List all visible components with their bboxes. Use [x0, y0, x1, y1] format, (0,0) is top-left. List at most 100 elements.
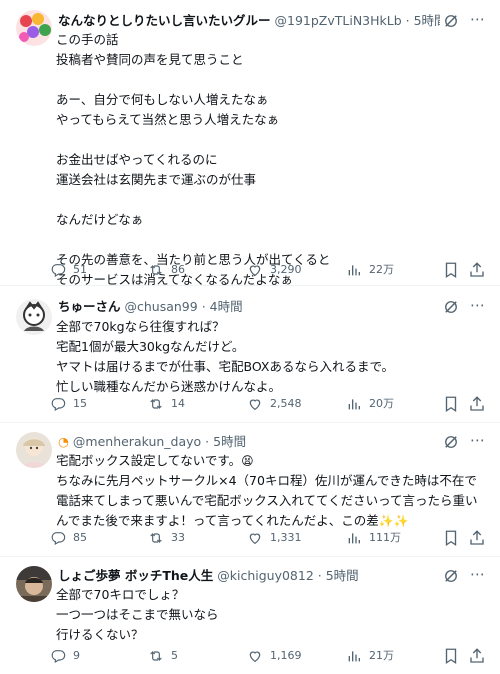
like-button[interactable]: 2,548: [247, 394, 302, 414]
reply-count: 15: [73, 397, 87, 410]
post-text: 宅配ボックス設定してないです。😫 ちなみに先月ペットサークル×4（70キロ程）佐…: [56, 451, 486, 531]
post-header: ちゅーさん @chusan99 · 4時間: [58, 299, 243, 314]
avatar[interactable]: [16, 566, 52, 602]
repost-icon: [148, 530, 164, 546]
reply-count: 85: [73, 531, 87, 544]
repost-icon: [148, 262, 164, 278]
view-count: 111万: [369, 531, 401, 544]
action-bar: 51 86 3,290 22万: [50, 260, 488, 280]
repost-button[interactable]: 5: [148, 646, 178, 666]
share-icon[interactable]: [468, 647, 486, 665]
like-count: 2,548: [270, 397, 302, 410]
more-icon[interactable]: ⋯: [468, 297, 488, 317]
heart-icon: [247, 530, 263, 546]
heart-icon: [247, 648, 263, 664]
timestamp[interactable]: 5時間: [326, 568, 359, 583]
grok-icon[interactable]: [442, 12, 460, 30]
post-text: 全部で70キロでしょ？ 一つ一つはそこまで無いなら 行けるくない？: [56, 587, 219, 642]
bookmark-icon[interactable]: [442, 647, 460, 665]
post-text-line1: 宅配ボックス設定してないです。: [56, 453, 242, 468]
reply-button[interactable]: 85: [50, 528, 87, 548]
timeline: なんなりとしりたいし言いたいグルー @191pZvTLiN3HkLb · 5時間…: [0, 0, 500, 674]
views-icon: [346, 262, 362, 278]
reply-button[interactable]: 15: [50, 394, 87, 414]
action-bar: 15 14 2,548 20万: [50, 394, 488, 414]
avatar[interactable]: [16, 432, 52, 468]
heart-icon: [247, 396, 263, 412]
reply-count: 9: [73, 649, 80, 662]
more-icon[interactable]: ⋯: [468, 566, 488, 586]
grok-icon[interactable]: [442, 298, 460, 316]
repost-icon: [148, 648, 164, 664]
reply-button[interactable]: 51: [50, 260, 87, 280]
bookmark-icon[interactable]: [442, 395, 460, 413]
handle[interactable]: @menherakun_dayo: [73, 434, 201, 449]
bookmark-icon[interactable]: [442, 529, 460, 547]
grok-icon[interactable]: [442, 567, 460, 585]
like-button[interactable]: 1,331: [247, 528, 302, 548]
post-header: しょご歩夢 ボッチThe人生 @kichiguy0812 · 5時間: [58, 568, 359, 583]
avatar[interactable]: [16, 10, 52, 46]
view-count: 22万: [369, 263, 394, 276]
handle[interactable]: @191pZvTLiN3HkLb: [275, 13, 402, 28]
share-icon[interactable]: [468, 529, 486, 547]
more-icon[interactable]: ⋯: [468, 432, 488, 452]
like-button[interactable]: 3,290: [247, 260, 302, 280]
post-4[interactable]: しょご歩夢 ボッチThe人生 @kichiguy0812 · 5時間 ⋯ 全部で…: [0, 558, 500, 674]
avatar[interactable]: [16, 299, 52, 335]
bookmark-icon[interactable]: [442, 261, 460, 279]
reply-icon: [50, 396, 66, 412]
display-name-emoji-icon[interactable]: ◔: [58, 434, 69, 449]
post-1[interactable]: なんなりとしりたいし言いたいグルー @191pZvTLiN3HkLb · 5時間…: [0, 0, 500, 287]
post-3[interactable]: ◔ @menherakun_dayo · 5時間 ⋯ 宅配ボックス設定してないで…: [0, 424, 500, 557]
view-count: 20万: [369, 397, 394, 410]
action-bar: 9 5 1,169 21万: [50, 646, 488, 666]
reply-icon: [50, 262, 66, 278]
post-header: ◔ @menherakun_dayo · 5時間: [58, 434, 247, 449]
reply-icon: [50, 530, 66, 546]
handle[interactable]: @kichiguy0812: [217, 568, 314, 583]
like-count: 1,169: [270, 649, 302, 662]
like-count: 1,331: [270, 531, 302, 544]
timestamp[interactable]: 5時間: [414, 13, 440, 28]
views-button[interactable]: 20万: [346, 394, 394, 414]
heart-icon: [247, 262, 263, 278]
more-icon[interactable]: ⋯: [468, 11, 488, 31]
grok-icon[interactable]: [442, 433, 460, 451]
repost-icon: [148, 396, 164, 412]
post-2[interactable]: ちゅーさん @chusan99 · 4時間 ⋯ 全部で70kgなら往復すれば？ …: [0, 287, 500, 423]
like-count: 3,290: [270, 263, 302, 276]
views-icon: [346, 648, 362, 664]
share-icon[interactable]: [468, 261, 486, 279]
repost-button[interactable]: 33: [148, 528, 185, 548]
repost-count: 33: [171, 531, 185, 544]
display-name[interactable]: しょご歩夢 ボッチThe人生: [58, 568, 213, 583]
views-icon: [346, 530, 362, 546]
repost-count: 5: [171, 649, 178, 662]
views-icon: [346, 396, 362, 412]
sparkles-emoji: ✨✨: [378, 514, 409, 528]
share-icon[interactable]: [468, 395, 486, 413]
views-button[interactable]: 111万: [346, 528, 401, 548]
post-header: なんなりとしりたいし言いたいグルー @191pZvTLiN3HkLb · 5時間: [58, 11, 440, 31]
post-text: 全部で70kgなら往復すれば？ 宅配1個が最大30kgなんだけど。 ヤマトは届け…: [56, 319, 394, 394]
reply-count: 51: [73, 263, 87, 276]
timestamp[interactable]: 4時間: [210, 299, 243, 314]
repost-button[interactable]: 14: [148, 394, 185, 414]
post-text: この手の話 投稿者や賛同の声を見て思うこと あー、自分で何もしない人増えたなぁ …: [56, 32, 331, 287]
display-name[interactable]: ちゅーさん: [58, 299, 121, 314]
timestamp[interactable]: 5時間: [213, 434, 246, 449]
post-text-rest: ちなみに先月ペットサークル×4（70キロ程）佐川が運んできた時は不在で電話来てし…: [56, 473, 478, 528]
views-button[interactable]: 21万: [346, 646, 394, 666]
repost-button[interactable]: 86: [148, 260, 185, 280]
reply-icon: [50, 648, 66, 664]
view-count: 21万: [369, 649, 394, 662]
repost-count: 86: [171, 263, 185, 276]
like-button[interactable]: 1,169: [247, 646, 302, 666]
repost-count: 14: [171, 397, 185, 410]
reply-button[interactable]: 9: [50, 646, 80, 666]
handle[interactable]: @chusan99: [125, 299, 198, 314]
action-bar: 85 33 1,331 111万: [50, 528, 488, 548]
views-button[interactable]: 22万: [346, 260, 394, 280]
display-name[interactable]: なんなりとしりたいし言いたいグルー: [58, 13, 271, 28]
